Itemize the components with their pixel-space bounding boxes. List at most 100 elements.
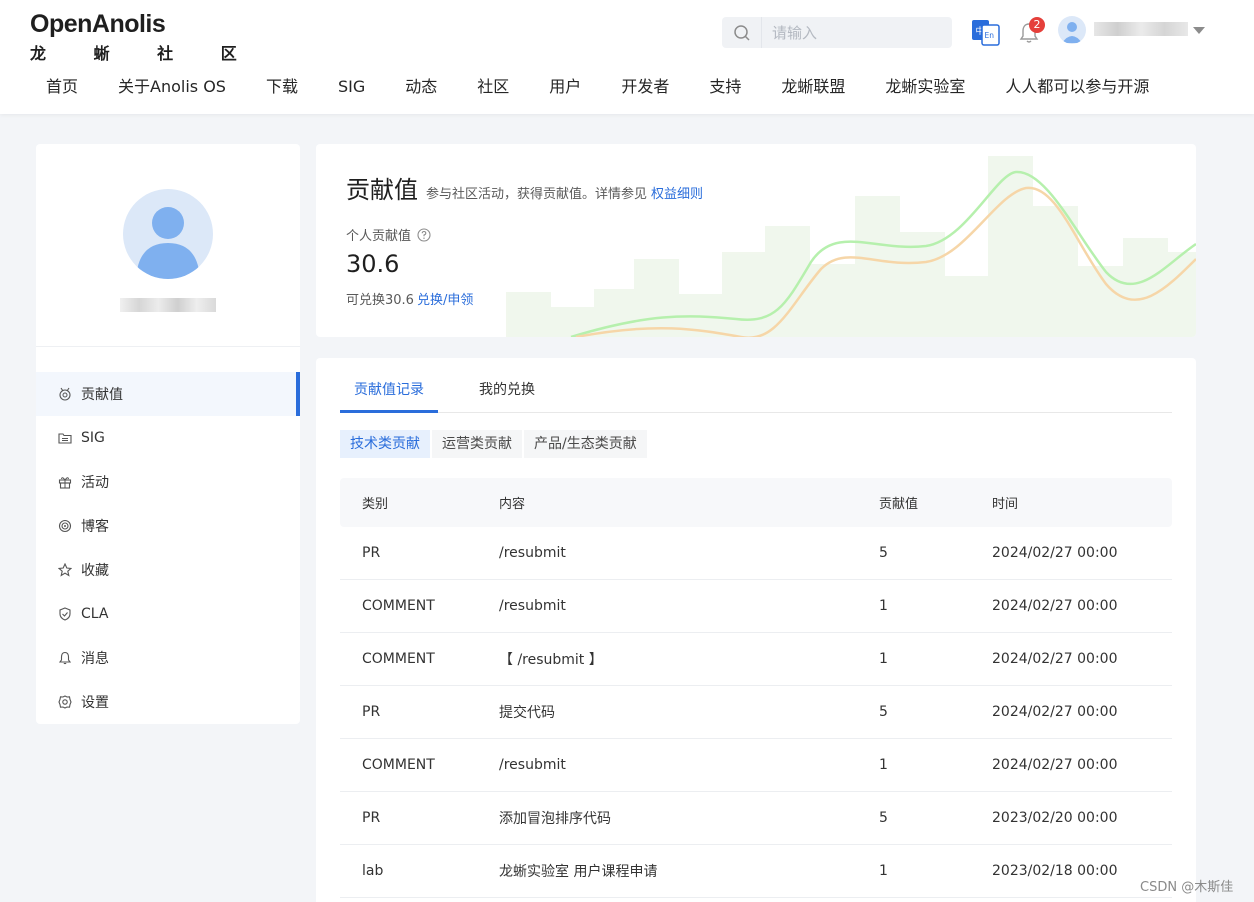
cell-category: lab: [362, 863, 384, 879]
logo-wordmark: OpenAnolis: [30, 10, 258, 38]
cell-category: COMMENT: [362, 757, 435, 773]
contribution-records-card: 贡献值记录 我的兑换 技术类贡献 运营类贡献 产品/生态类贡献 类别 内容 贡献…: [316, 358, 1196, 902]
exchange-link[interactable]: 兑换/申领: [417, 293, 473, 308]
tab-contribution-records[interactable]: 贡献值记录: [340, 378, 438, 413]
sidebar-item-label: CLA: [81, 606, 109, 622]
top-header: OpenAnolis 龙 蜥 社 区 中 En 2 首页 关于Anolis OS…: [0, 0, 1254, 114]
svg-text:En: En: [985, 31, 995, 40]
user-name-blurred[interactable]: [1094, 22, 1188, 36]
sidebar-item-messages[interactable]: 消息: [36, 636, 300, 680]
table-header: 类别 内容 贡献值 时间: [340, 478, 1172, 527]
nav-item-developers[interactable]: 开发者: [621, 76, 669, 98]
rules-link[interactable]: 权益细则: [651, 183, 703, 202]
cell-value: 5: [879, 704, 888, 720]
column-header-content: 内容: [499, 497, 526, 512]
shield-icon: [59, 607, 71, 621]
logo-subtitle: 龙 蜥 社 区: [30, 44, 258, 63]
help-icon[interactable]: [417, 227, 431, 242]
exchange-row: 可兑换30.6 兑换/申领: [346, 289, 473, 308]
nav-item-lab[interactable]: 龙蜥实验室: [885, 76, 965, 98]
sidebar-item-label: 消息: [81, 651, 109, 667]
nav-item-news[interactable]: 动态: [405, 76, 437, 98]
table-row: COMMENT /resubmit 1 2024/02/27 00:00: [340, 739, 1172, 792]
sidebar-item-label: SIG: [81, 430, 105, 446]
category-filter: 技术类贡献 运营类贡献 产品/生态类贡献: [340, 430, 649, 458]
logo-wordmark-text: OpenAnolis: [30, 10, 166, 38]
nav-item-about[interactable]: 关于Anolis OS: [118, 76, 226, 98]
cell-content: 龙蜥实验室 用户课程申请: [499, 864, 658, 880]
nav-item-download[interactable]: 下载: [266, 76, 298, 98]
cell-time: 2023/02/20 00:00: [992, 810, 1118, 826]
cell-content: 【 /resubmit 】: [499, 652, 603, 668]
logo[interactable]: OpenAnolis 龙 蜥 社 区: [30, 10, 258, 64]
records-tabs: 贡献值记录 我的兑换: [340, 378, 1172, 413]
cell-content: /resubmit: [499, 757, 566, 773]
search-icon[interactable]: [722, 17, 762, 48]
nav-item-alliance[interactable]: 龙蜥联盟: [781, 76, 845, 98]
subtab-operations[interactable]: 运营类贡献: [432, 430, 522, 458]
user-avatar[interactable]: [1058, 16, 1086, 44]
cell-value: 1: [879, 598, 888, 614]
gift-icon: [58, 477, 72, 489]
table-row: COMMENT 【 /resubmit 】 1 2024/02/27 00:00: [340, 633, 1172, 686]
bell-icon: [58, 651, 72, 665]
notification-badge: 2: [1029, 17, 1045, 33]
column-header-time: 时间: [992, 497, 1019, 512]
subtab-product-ecosystem[interactable]: 产品/生态类贡献: [524, 430, 647, 458]
tab-my-exchanges[interactable]: 我的兑换: [465, 378, 549, 412]
language-switch-icon[interactable]: 中 En: [971, 19, 1000, 46]
subtab-technical[interactable]: 技术类贡献: [340, 430, 430, 458]
exchange-text: 可兑换30.6: [346, 293, 414, 308]
nav-item-sig[interactable]: SIG: [338, 76, 365, 98]
page-title: 贡献值: [346, 176, 418, 204]
table-row: PR /resubmit 5 2024/02/27 00:00: [340, 527, 1172, 580]
nav-item-community[interactable]: 社区: [477, 76, 509, 98]
sidebar-item-cla[interactable]: CLA: [36, 592, 300, 636]
cell-category: PR: [362, 704, 381, 720]
table-row: PR 提交代码 5 2024/02/27 00:00: [340, 686, 1172, 739]
profile-name-blurred: [120, 298, 216, 312]
cell-category: PR: [362, 810, 381, 826]
score-title-row: 贡献值 参与社区活动，获得贡献值。详情参见 权益细则: [346, 170, 703, 205]
gear-icon: [58, 695, 72, 709]
cell-time: 2024/02/27 00:00: [992, 757, 1118, 773]
sidebar-item-settings[interactable]: 设置: [36, 680, 300, 724]
sidebar-item-favorites[interactable]: 收藏: [36, 548, 300, 592]
nav-item-users[interactable]: 用户: [549, 76, 581, 98]
profile-sidebar: 贡献值 SIG 活动 博客 收藏 CLA 消息 设置: [36, 144, 300, 724]
cell-category: PR: [362, 545, 381, 561]
cell-value: 5: [879, 810, 888, 826]
nav-item-home[interactable]: 首页: [46, 76, 78, 98]
sidebar-item-label: 设置: [81, 695, 109, 711]
cell-content: /resubmit: [499, 545, 566, 561]
nav-item-support[interactable]: 支持: [709, 76, 741, 98]
cell-value: 1: [879, 757, 888, 773]
sidebar-menu: 贡献值 SIG 活动 博客 收藏 CLA 消息 设置: [36, 372, 300, 724]
table-row: lab 龙蜥实验室 用户课程申请 1 2023/02/18 00:00: [340, 845, 1172, 898]
sidebar-item-contribution[interactable]: 贡献值: [36, 372, 300, 416]
sidebar-item-label: 收藏: [81, 563, 109, 579]
sidebar-item-sig[interactable]: SIG: [36, 416, 300, 460]
folder-icon: [58, 433, 72, 444]
divider: [36, 346, 300, 347]
medal-icon: [59, 387, 71, 401]
chevron-down-icon[interactable]: [1193, 27, 1205, 34]
sidebar-item-label: 贡献值: [81, 387, 123, 403]
sidebar-item-activity[interactable]: 活动: [36, 460, 300, 504]
main-nav: 首页 关于Anolis OS 下载 SIG 动态 社区 用户 开发者 支持 龙蜥…: [46, 76, 1189, 98]
sidebar-item-blog[interactable]: 博客: [36, 504, 300, 548]
personal-score-value: 30.6: [346, 250, 400, 278]
cell-category: COMMENT: [362, 651, 435, 667]
sidebar-item-label: 博客: [81, 519, 109, 535]
personal-score-label-text: 个人贡献值: [346, 229, 412, 244]
cell-value: 5: [879, 545, 888, 561]
table-row: COMMENT /resubmit 1 2024/02/27 00:00: [340, 580, 1172, 633]
cell-content: 添加冒泡排序代码: [499, 811, 611, 827]
nav-item-open-source[interactable]: 人人都可以参与开源: [1005, 76, 1149, 98]
target-icon: [58, 519, 72, 533]
profile-avatar[interactable]: [123, 189, 213, 279]
cell-time: 2024/02/27 00:00: [992, 598, 1118, 614]
search-box[interactable]: [722, 17, 952, 48]
table-row: PR 添加冒泡排序代码 5 2023/02/20 00:00: [340, 792, 1172, 845]
search-input[interactable]: [762, 23, 942, 42]
